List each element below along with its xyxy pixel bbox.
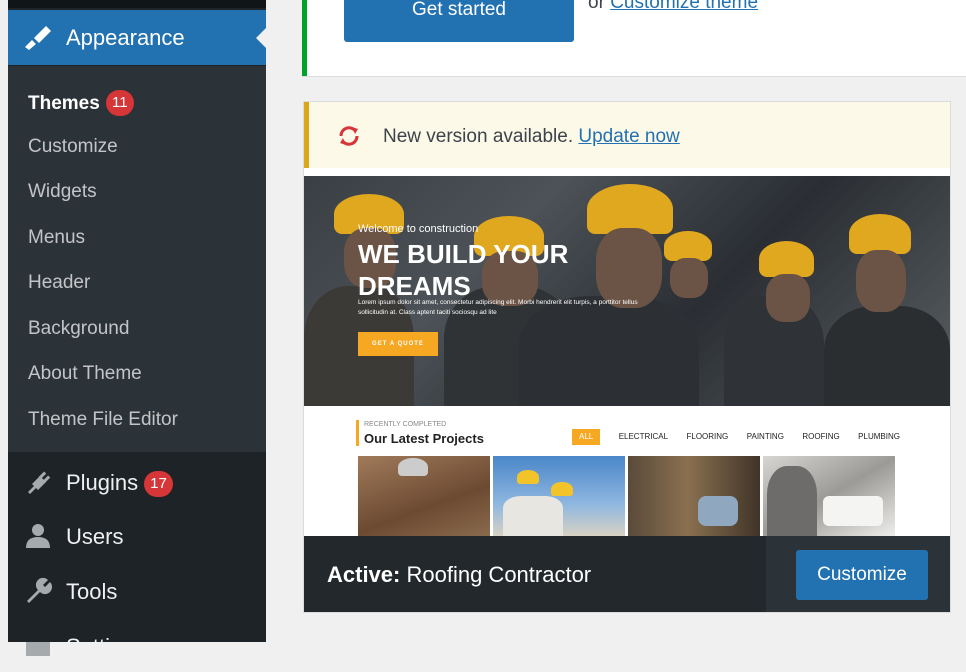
filter-plumbing: PLUMBING [858,432,900,441]
theme-name: Roofing Contractor [406,562,592,587]
filter-flooring: FLOORING [686,432,729,441]
get-started-button[interactable]: Get started [344,0,574,42]
preview-headline: WE BUILD YOUR DREAMS [358,239,569,301]
project-photo [628,456,760,536]
sidebar-item-tools[interactable]: Tools [8,565,266,617]
active-label: Active: [327,562,401,587]
customize-theme-line: or Customize theme [588,0,758,14]
active-theme-name: Active: Roofing Contractor [327,562,591,588]
sidebar-item-label: Plugins [66,470,139,495]
filter-electrical: ELECTRICAL [618,432,669,441]
preview-hero-image: Welcome to construction WE BUILD YOUR DR… [304,176,950,406]
submenu-item-label: Themes [28,93,100,114]
admin-sidebar: Appearance Themes 11 Customize Widgets Me… [8,0,266,659]
sidebar-item-label: Tools [66,579,118,604]
update-now-link[interactable]: Update now [578,126,679,147]
theme-screenshot: Welcome to construction WE BUILD YOUR DR… [304,176,950,536]
preview-quote-button: GET A QUOTE [358,332,438,356]
project-filters: ALL ELECTRICAL FLOORING PAINTING ROOFING… [572,426,914,445]
customize-theme-link[interactable]: Customize theme [610,0,758,13]
sidebar-item-label: Appearance [66,25,185,50]
submenu-item-background[interactable]: Background [28,318,129,340]
recently-completed-label: RECENTLY COMPLETED [364,421,447,428]
preview-projects-section: RECENTLY COMPLETED Our Latest Projects A… [304,406,950,536]
update-notice: New version available. Update now [304,102,950,168]
plugin-icon [28,471,51,494]
sidebar-item-plugins[interactable]: Plugins 17 [8,456,266,508]
settings-icon [26,642,50,656]
sidebar-item-label: Settings [66,634,146,659]
project-photo [493,456,625,536]
filter-painting: PAINTING [746,432,784,441]
submenu-item-about-theme[interactable]: About Theme [28,363,142,385]
sidebar-item-appearance[interactable]: Appearance [8,10,266,65]
filter-all: ALL [572,429,601,445]
theme-card-footer: Active: Roofing Contractor Customize [304,536,950,612]
submenu-item-widgets[interactable]: Widgets [28,181,97,203]
section-accent-bar [356,420,359,446]
current-menu-indicator [256,28,266,48]
appearance-submenu: Themes 11 Customize Widgets Menus Header … [8,66,266,452]
update-count-badge: 11 [105,90,134,116]
panel-accent-bar [302,0,307,76]
sidebar-item-label: Users [66,524,124,549]
sidebar-top-edge [8,0,266,8]
customize-button[interactable]: Customize [796,550,928,600]
submenu-item-menus[interactable]: Menus [28,227,85,249]
refresh-icon [339,126,359,146]
theme-card[interactable]: New version available. Update now Welcom… [303,101,951,613]
welcome-panel: Get started or Customize theme [302,0,966,77]
update-notice-text: New version available. Update now [383,126,680,148]
projects-title: Our Latest Projects [364,431,484,446]
filter-roofing: ROOFING [802,432,840,441]
preview-welcome-text: Welcome to construction [358,223,479,235]
submenu-item-theme-file-editor[interactable]: Theme File Editor [28,409,178,431]
users-icon [26,524,50,548]
sidebar-item-settings[interactable]: Settings [8,620,266,672]
new-version-label: New version available. [383,126,574,147]
submenu-item-themes[interactable]: Themes 11 [28,90,134,116]
update-count-badge: 17 [144,471,173,497]
paintbrush-icon [25,26,51,50]
preview-lorem-text: Lorem ipsum dolor sit amet, consectetur … [358,299,638,316]
project-photo [763,456,895,536]
submenu-item-customize[interactable]: Customize [28,136,118,158]
submenu-item-header[interactable]: Header [28,272,90,294]
project-photo [358,456,490,536]
wrench-icon [27,577,52,603]
sidebar-item-users[interactable]: Users [8,510,266,562]
or-label: or [588,0,605,13]
